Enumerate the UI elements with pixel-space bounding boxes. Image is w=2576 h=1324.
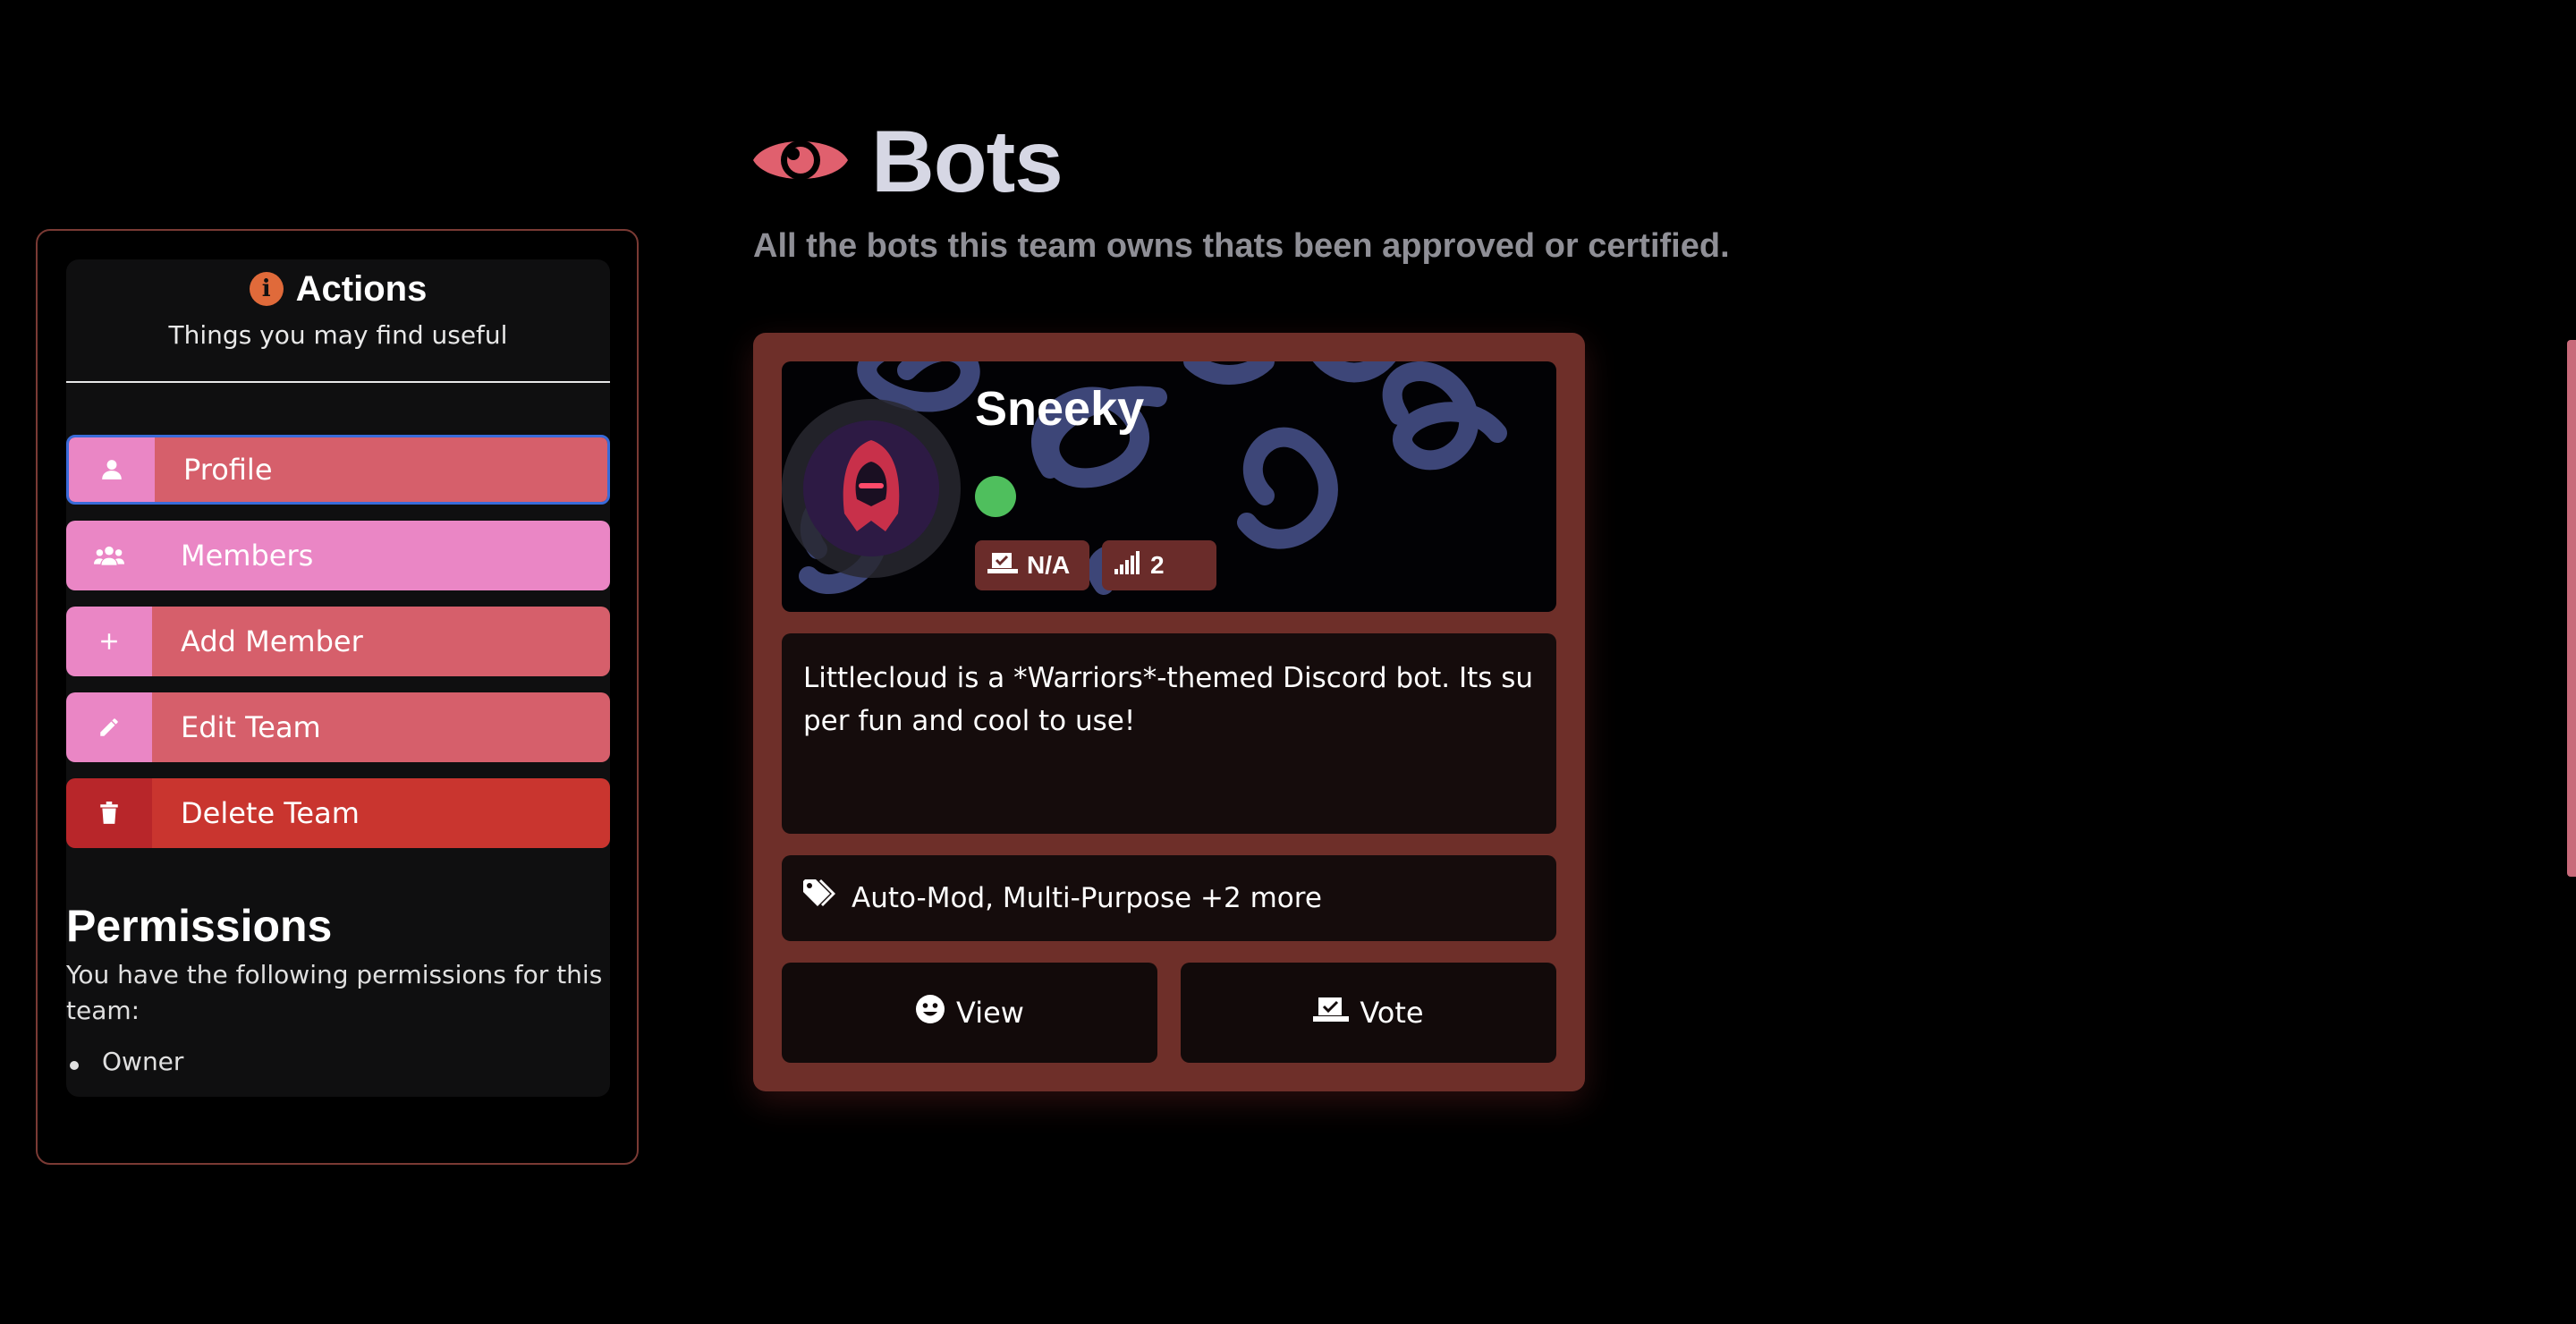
bot-name[interactable]: Sneeky xyxy=(975,381,1144,437)
permission-item: Owner xyxy=(66,1047,183,1076)
servers-badge: 2 xyxy=(1102,540,1216,590)
bot-card: Sneeky N/A 2 Littlecloud is a *Warriors*… xyxy=(753,333,1585,1091)
edit-team-button[interactable]: Edit Team xyxy=(66,692,610,762)
tags-icon xyxy=(803,879,839,917)
delete-team-button[interactable]: Delete Team xyxy=(66,778,610,848)
actions-sidebar: i Actions Things you may find useful Pro… xyxy=(36,229,639,1165)
actions-subtitle: Things you may find useful xyxy=(168,320,508,350)
page: i Actions Things you may find useful Pro… xyxy=(0,0,2576,1324)
page-title: Bots xyxy=(871,112,1063,210)
page-subtitle: All the bots this team owns thats been a… xyxy=(753,227,1730,265)
plus-icon xyxy=(66,607,152,676)
user-icon xyxy=(69,437,155,502)
add-member-button-label: Add Member xyxy=(152,607,610,676)
vote-button[interactable]: Vote xyxy=(1181,963,1556,1063)
edit-team-button-label: Edit Team xyxy=(152,692,610,762)
permissions-title: Permissions xyxy=(66,901,333,951)
eye-icon xyxy=(751,128,850,196)
permissions-description: You have the following permissions for t… xyxy=(66,960,603,1025)
scrollbar-thumb[interactable] xyxy=(2567,340,2576,877)
permissions-list: Owner xyxy=(66,1047,183,1076)
page-heading: Bots xyxy=(751,111,1063,212)
vote-button-label: Vote xyxy=(1360,996,1424,1030)
smile-icon xyxy=(915,994,945,1031)
view-button[interactable]: View xyxy=(782,963,1157,1063)
members-button[interactable]: Members xyxy=(66,521,610,590)
delete-team-button-label: Delete Team xyxy=(152,778,610,848)
vote-box-icon xyxy=(987,551,1018,581)
tags-text: Auto-Mod, Multi-Purpose +2 more xyxy=(852,882,1322,914)
add-member-button[interactable]: Add Member xyxy=(66,607,610,676)
actions-panel: i Actions Things you may find useful Pro… xyxy=(66,259,610,1097)
members-button-label: Members xyxy=(152,521,610,590)
votes-count: N/A xyxy=(1027,551,1071,579)
trash-icon xyxy=(66,778,152,848)
online-status-dot xyxy=(975,476,1016,517)
actions-title-row: i Actions xyxy=(66,265,610,313)
users-icon xyxy=(66,521,152,590)
signal-bars-icon xyxy=(1114,550,1141,581)
profile-button-label: Profile xyxy=(155,437,607,502)
pencil-icon xyxy=(66,692,152,762)
bot-tags: Auto-Mod, Multi-Purpose +2 more xyxy=(782,855,1556,941)
votes-badge: N/A xyxy=(975,540,1089,590)
bot-description: Littlecloud is a *Warriors*-themed Disco… xyxy=(782,633,1556,834)
actions-title: Actions xyxy=(295,268,428,309)
vote-box-icon xyxy=(1313,996,1350,1030)
bot-banner: Sneeky N/A 2 xyxy=(782,361,1556,612)
profile-button[interactable]: Profile xyxy=(66,435,610,505)
servers-count: 2 xyxy=(1150,551,1165,579)
info-icon: i xyxy=(249,272,284,306)
divider xyxy=(66,381,610,383)
view-button-label: View xyxy=(956,996,1024,1030)
bot-avatar[interactable] xyxy=(803,420,939,556)
actions-header: i Actions Things you may find useful xyxy=(66,259,610,351)
